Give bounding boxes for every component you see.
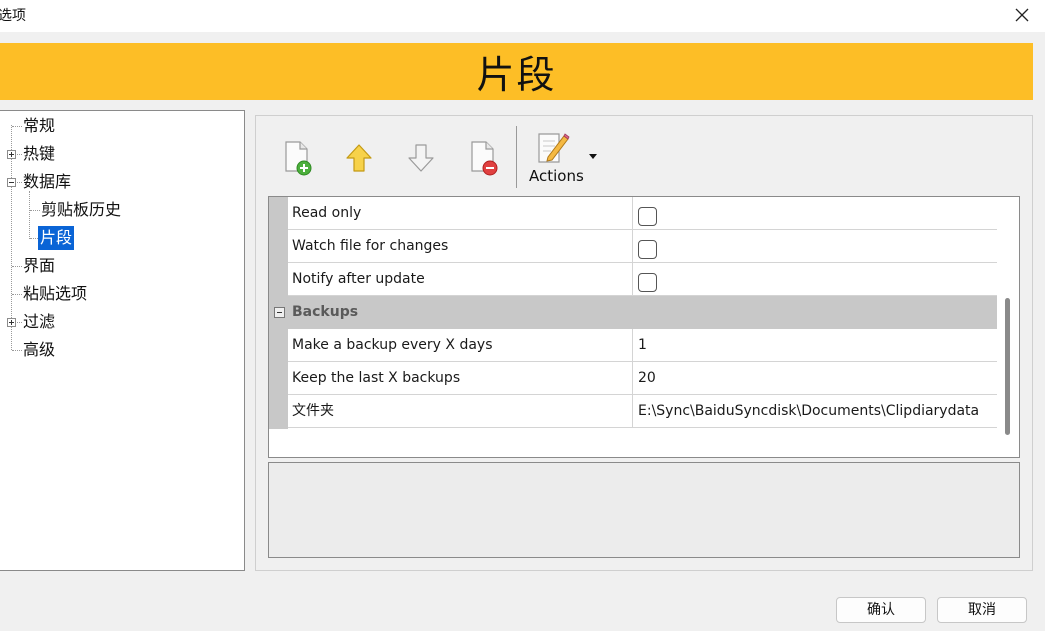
- property-row-watch-file[interactable]: Watch file for changes: [288, 230, 997, 263]
- toolbar-separator: [516, 126, 517, 188]
- dropdown-arrow-icon[interactable]: [589, 154, 597, 159]
- tree-item-paste-options[interactable]: 粘贴选项: [21, 282, 89, 306]
- actions-menu-button[interactable]: Actions: [526, 128, 606, 188]
- tree-item-hotkeys[interactable]: 热键: [21, 142, 57, 166]
- property-name: Notify after update: [288, 263, 633, 295]
- group-label: Backups: [292, 304, 359, 320]
- property-name: Make a backup every X days: [288, 329, 633, 361]
- property-row-backup-count[interactable]: Keep the last X backups 20: [288, 362, 997, 395]
- scroll-thumb[interactable]: [1005, 298, 1010, 435]
- ok-button[interactable]: 确认: [836, 597, 926, 623]
- property-name: Keep the last X backups: [288, 362, 633, 394]
- close-icon: [1015, 8, 1029, 22]
- window-title: 选项: [0, 8, 26, 24]
- tree-item-filter[interactable]: 过滤: [21, 310, 57, 334]
- property-row-read-only[interactable]: Read only: [288, 197, 997, 230]
- move-down-button[interactable]: [399, 136, 443, 180]
- property-value: [633, 230, 997, 262]
- expand-icon[interactable]: [7, 150, 16, 159]
- property-value[interactable]: E:\Sync\BaiduSyncdisk\Documents\Clipdiar…: [633, 395, 997, 427]
- page-banner: 片段: [0, 43, 1033, 100]
- group-header-backups[interactable]: Backups: [269, 296, 997, 329]
- tree-item-database[interactable]: 数据库: [21, 170, 73, 194]
- arrow-down-icon: [408, 144, 434, 172]
- remove-page-icon: [471, 141, 498, 176]
- tree-item-advanced[interactable]: 高级: [21, 338, 57, 362]
- property-row-notify-update[interactable]: Notify after update: [288, 263, 997, 296]
- property-name: Read only: [288, 197, 633, 229]
- collapse-icon[interactable]: [274, 307, 285, 318]
- title-bar: 选项: [0, 0, 1045, 32]
- property-value: [633, 263, 997, 295]
- property-value[interactable]: 1: [633, 329, 997, 361]
- page-title: 片段: [476, 53, 557, 97]
- property-name: Watch file for changes: [288, 230, 633, 262]
- property-row-backup-days[interactable]: Make a backup every X days 1: [288, 329, 997, 362]
- edit-note-icon: [538, 133, 570, 163]
- add-snippet-button[interactable]: [275, 136, 319, 180]
- tree-connector: [30, 238, 38, 239]
- tree-item-snippets[interactable]: 片段: [38, 226, 75, 250]
- expand-icon[interactable]: [7, 318, 16, 327]
- collapse-icon[interactable]: [7, 178, 16, 187]
- property-value[interactable]: 20: [633, 362, 997, 394]
- property-description: [268, 462, 1020, 558]
- vertical-scrollbar[interactable]: [997, 197, 1019, 457]
- tree-connector: [29, 191, 30, 239]
- actions-label: Actions: [529, 167, 584, 185]
- tree-item-general[interactable]: 常规: [21, 114, 57, 138]
- navigation-tree[interactable]: 常规 热键 数据库 剪贴板历史 片段 界面 粘贴选项 过滤 高级: [0, 110, 245, 571]
- notify-update-checkbox[interactable]: [638, 273, 657, 292]
- tree-item-clipboard-history[interactable]: 剪贴板历史: [39, 198, 123, 222]
- remove-snippet-button[interactable]: [461, 136, 505, 180]
- property-grid[interactable]: Read only Watch file for changes Notify …: [268, 196, 1020, 458]
- arrow-up-icon: [346, 144, 372, 172]
- add-page-icon: [285, 141, 312, 176]
- property-name: 文件夹: [288, 395, 633, 427]
- move-up-button[interactable]: [337, 136, 381, 180]
- tree-item-interface[interactable]: 界面: [21, 254, 57, 278]
- read-only-checkbox[interactable]: [638, 207, 657, 226]
- close-button[interactable]: [999, 0, 1045, 30]
- property-value: [633, 197, 997, 229]
- property-row-folder[interactable]: 文件夹 E:\Sync\BaiduSyncdisk\Documents\Clip…: [288, 395, 997, 428]
- cancel-button[interactable]: 取消: [937, 597, 1027, 623]
- watch-file-checkbox[interactable]: [638, 240, 657, 259]
